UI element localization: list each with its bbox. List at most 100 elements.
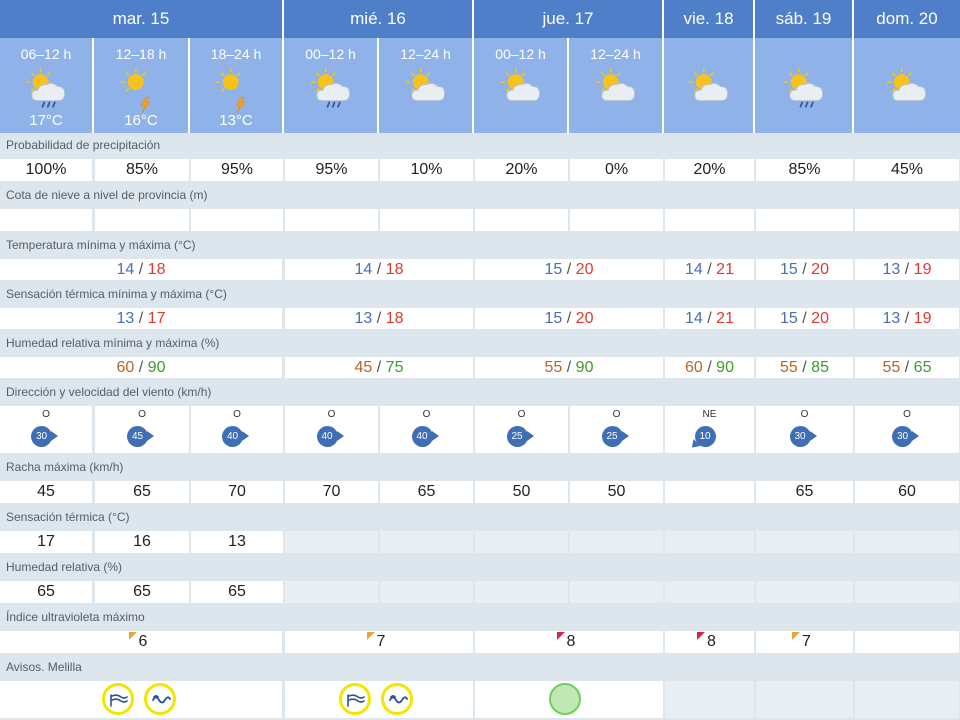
sun-storm-icon bbox=[120, 67, 151, 113]
gust-cell: 45 bbox=[0, 481, 92, 503]
period-label bbox=[854, 45, 960, 63]
wind-speed: 25 bbox=[506, 426, 528, 447]
uv-level-flag-icon bbox=[697, 632, 706, 640]
min-value: 14 bbox=[354, 261, 373, 278]
wind-direction: O bbox=[327, 409, 336, 420]
sun-cloud-icon bbox=[886, 67, 927, 102]
wind-warning-icon[interactable] bbox=[339, 683, 371, 715]
gust-cell bbox=[665, 481, 754, 503]
temperature-minmax-cell: 14 / 18 bbox=[0, 259, 282, 280]
period-label: 06–12 h bbox=[20, 46, 72, 62]
day-header-vie18: vie. 18 bbox=[664, 0, 755, 38]
max-value: 20 bbox=[575, 261, 594, 278]
min-value: 45 bbox=[354, 359, 373, 376]
uv-index-cell: 8 bbox=[665, 631, 754, 653]
uv-value: 8 bbox=[707, 633, 716, 650]
uv-level-flag-icon bbox=[128, 632, 137, 640]
period-label: 00–12 h bbox=[495, 46, 546, 62]
min-value: 60 bbox=[116, 359, 135, 376]
humidity-period-cell: 65 bbox=[191, 581, 283, 603]
separator: / bbox=[797, 359, 812, 376]
humidity-minmax-cell: 45 / 75 bbox=[285, 357, 473, 378]
separator: / bbox=[372, 359, 386, 376]
warnings-cell bbox=[0, 681, 282, 718]
warnings-cell bbox=[665, 681, 754, 718]
wind-cell: O 40 bbox=[380, 406, 473, 453]
wind-speed: 40 bbox=[316, 426, 338, 447]
day-label: vie. 18 bbox=[683, 9, 734, 28]
uv-value: 6 bbox=[138, 633, 148, 650]
arrow-icon bbox=[51, 431, 58, 441]
period-label: 12–24 h bbox=[590, 46, 641, 62]
snow-level-label: Cota de nieve a nivel de provincia (m) bbox=[0, 183, 960, 207]
wind-direction: O bbox=[42, 409, 50, 420]
humidity-minmax-row: 60 / 90 45 / 75 55 / 90 60 / 90 55 / 85 55 / … bbox=[0, 355, 960, 380]
snow-level-row bbox=[0, 207, 960, 233]
wind-speed: 30 bbox=[789, 426, 811, 447]
precipitation-cell: 95% bbox=[191, 159, 283, 181]
period-label: 18–24 h bbox=[210, 46, 262, 62]
wind-cell: O 45 bbox=[95, 406, 189, 453]
coastal-warning-icon[interactable] bbox=[144, 683, 176, 715]
precipitation-cell: 20% bbox=[665, 159, 754, 181]
feels-period-cell bbox=[756, 531, 853, 553]
wind-arrow-icon: 30 bbox=[31, 426, 61, 448]
feels-minmax-cell: 13 / 18 bbox=[285, 308, 473, 329]
uv-index-row: 6 7 8 8 7 bbox=[0, 629, 960, 655]
precipitation-cell: 100% bbox=[0, 159, 92, 181]
warnings-cell bbox=[855, 681, 959, 718]
snow-level-cell bbox=[855, 209, 959, 231]
feels-period-row: 17 16 13 bbox=[0, 529, 960, 555]
max-value: 19 bbox=[913, 310, 932, 327]
no-warning-icon[interactable] bbox=[549, 683, 581, 715]
max-value: 20 bbox=[575, 310, 594, 327]
wind-warning-icon[interactable] bbox=[102, 683, 134, 715]
forecast-table: mar. 15 mié. 16 jue. 17 vie. 18 sáb. 19 … bbox=[0, 0, 960, 720]
day-label: sáb. 19 bbox=[775, 9, 832, 28]
wind-arrow-icon: 30 bbox=[789, 426, 820, 448]
gust-label: Racha máxima (km/h) bbox=[0, 455, 960, 479]
temperature-minmax-label: Temperatura mínima y máxima (°C) bbox=[0, 233, 960, 257]
uv-index-cell bbox=[855, 631, 959, 653]
precipitation-cell: 0% bbox=[570, 159, 663, 181]
period-cell bbox=[854, 38, 960, 133]
period-label bbox=[664, 45, 753, 63]
separator: / bbox=[134, 310, 148, 327]
wind-arrow-icon: 40 bbox=[222, 426, 252, 448]
feels-minmax-row: 13 / 17 13 / 18 15 / 20 14 / 21 15 / 20 13 / … bbox=[0, 306, 960, 331]
humidity-minmax-cell: 55 / 85 bbox=[756, 357, 853, 378]
precipitation-cell: 85% bbox=[95, 159, 189, 181]
humidity-period-cell bbox=[665, 581, 754, 603]
wind-speed: 40 bbox=[222, 426, 243, 447]
min-value: 14 bbox=[116, 261, 135, 278]
uv-level-flag-icon bbox=[792, 632, 801, 640]
uv-value-wrap: 7 bbox=[366, 631, 385, 653]
period-temperature: 17°C bbox=[29, 112, 63, 129]
coastal-warning-icon[interactable] bbox=[381, 683, 413, 715]
uv-value-wrap: 8 bbox=[556, 631, 575, 653]
feels-period-cell: 13 bbox=[191, 531, 283, 553]
uv-value-wrap: 8 bbox=[697, 631, 716, 653]
feels-minmax-cell: 15 / 20 bbox=[756, 308, 853, 329]
gust-cell: 65 bbox=[756, 481, 853, 503]
wind-arrow-icon: 25 bbox=[506, 426, 537, 448]
day-label: dom. 20 bbox=[876, 9, 938, 28]
uv-index-cell: 6 bbox=[0, 631, 282, 653]
feels-minmax-cell: 14 / 21 bbox=[665, 308, 754, 329]
separator: / bbox=[372, 310, 386, 327]
feels-minmax-cell: 13 / 17 bbox=[0, 308, 282, 329]
wind-arrow-icon: 40 bbox=[411, 426, 442, 448]
min-value: 13 bbox=[116, 310, 135, 327]
gust-row: 45 65 70 70 65 50 50 65 60 bbox=[0, 479, 960, 505]
arrow-icon bbox=[526, 431, 534, 441]
arrow-icon bbox=[242, 431, 249, 441]
wind-direction: O bbox=[422, 409, 431, 420]
wind-direction: O bbox=[903, 409, 911, 420]
wind-arrow-icon: 30 bbox=[892, 426, 922, 448]
min-value: 15 bbox=[780, 261, 798, 278]
max-value: 75 bbox=[385, 359, 404, 376]
max-value: 21 bbox=[716, 261, 734, 278]
max-value: 90 bbox=[575, 359, 594, 376]
feels-period-cell bbox=[475, 531, 568, 553]
feels-period-cell bbox=[665, 531, 754, 553]
